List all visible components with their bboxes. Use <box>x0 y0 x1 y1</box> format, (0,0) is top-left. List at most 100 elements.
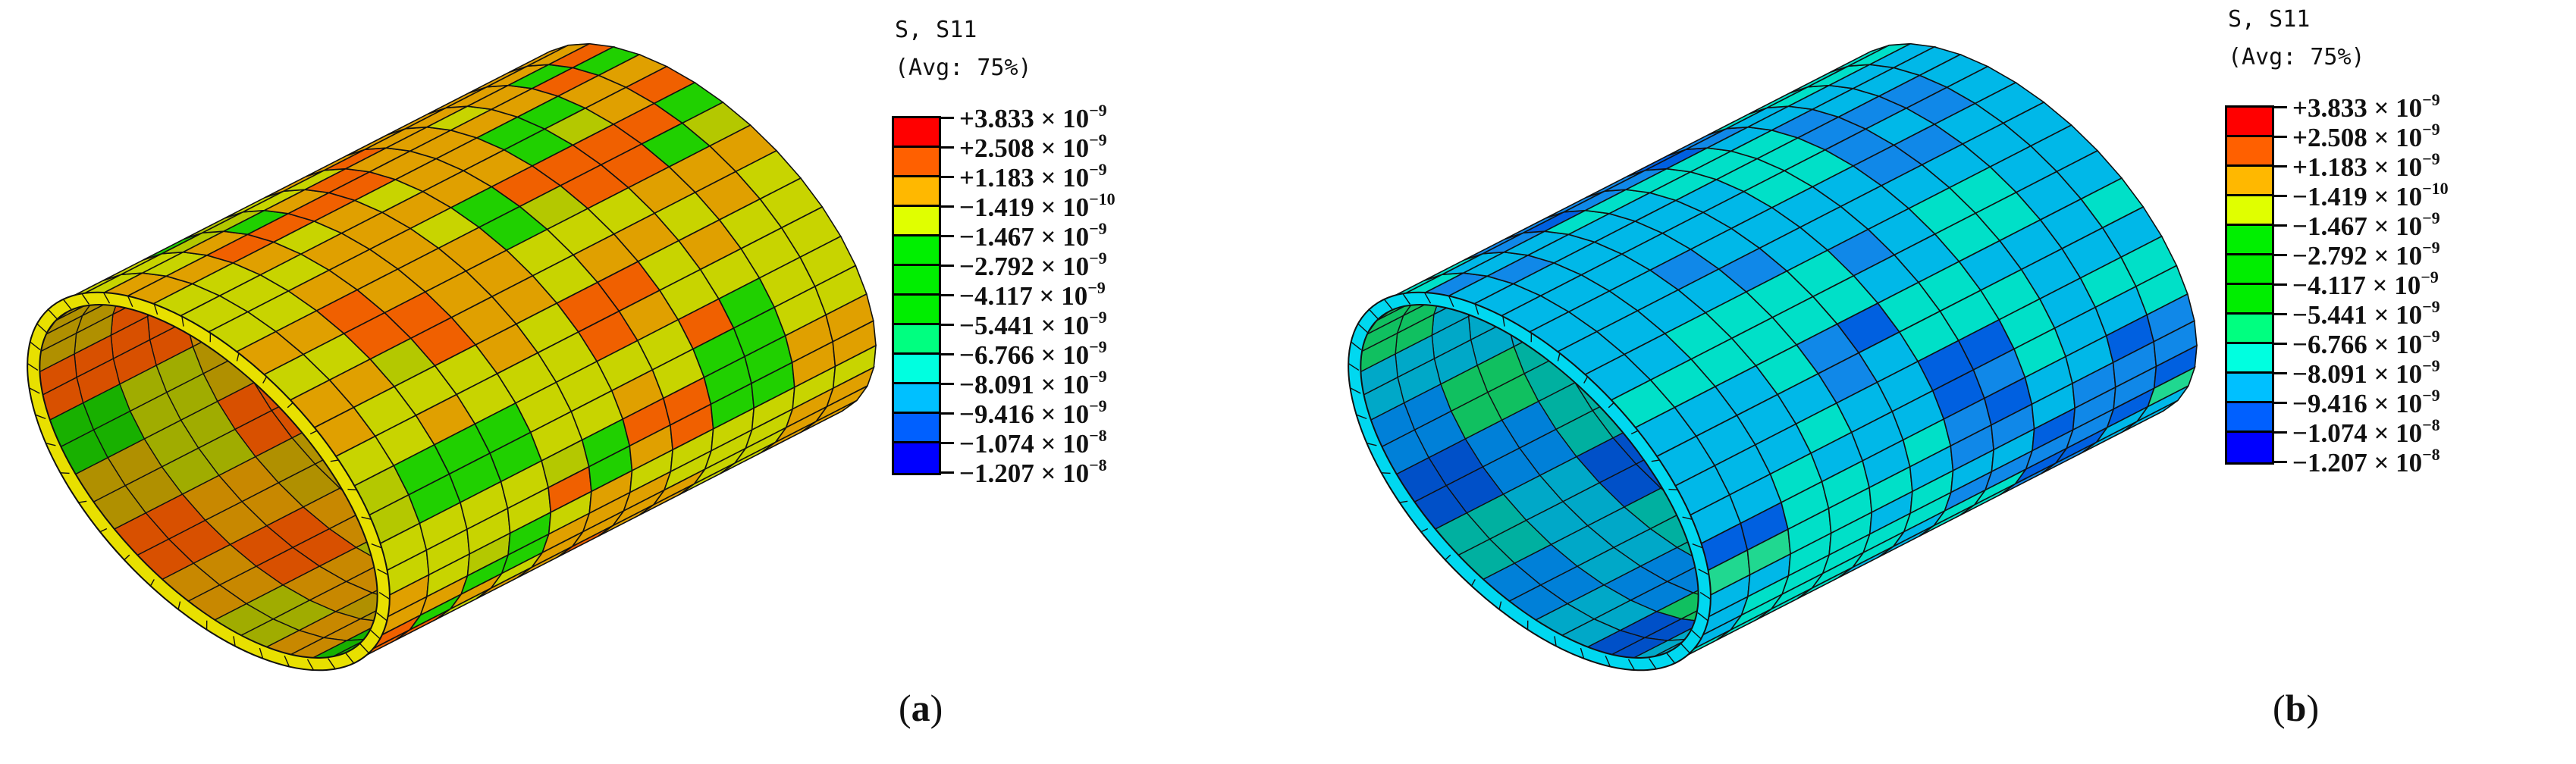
legend-tick <box>939 442 954 444</box>
legend-label: −1.419 × 10−10 <box>2292 180 2449 211</box>
legend-exponent: −9 <box>1089 101 1107 120</box>
legend-label: −1.419 × 10−10 <box>959 191 1115 222</box>
legend-value: −6.766 × 10 <box>2292 330 2423 359</box>
legend-value: −9.416 × 10 <box>959 399 1090 429</box>
legend-exponent: −9 <box>2422 149 2440 168</box>
legend-label: −4.117 × 10−9 <box>2292 269 2439 299</box>
legend-label: −1.074 × 10−8 <box>959 427 1107 458</box>
legend-value: −1.467 × 10 <box>2292 211 2423 241</box>
legend-color-band <box>2227 433 2272 462</box>
legend-subtitle: (Avg: 75%) <box>2228 44 2365 70</box>
legend-subtitle: (Avg: 75%) <box>895 55 1032 81</box>
legend-label: −9.416 × 10−9 <box>2292 387 2440 418</box>
legend-label: +1.183 × 10−9 <box>959 161 1107 192</box>
legend-exponent: −9 <box>1089 367 1107 386</box>
legend-exponent: −9 <box>2422 238 2440 257</box>
legend-color-band <box>2227 137 2272 167</box>
legend-color-band <box>894 325 939 355</box>
legend-value: −1.074 × 10 <box>2292 418 2423 448</box>
legend-label: −5.441 × 10−9 <box>959 309 1107 340</box>
legend-value: −1.419 × 10 <box>2292 182 2423 211</box>
legend-exponent: −9 <box>2422 356 2440 375</box>
legend-tick <box>939 235 954 237</box>
legend-exponent: −8 <box>2422 415 2440 434</box>
legend-color-band <box>894 148 939 177</box>
ring-mesh-line <box>1381 472 1391 474</box>
legend-exponent: −9 <box>1089 337 1107 356</box>
legend-exponent: −9 <box>1089 160 1107 179</box>
legend-tick <box>2272 372 2287 374</box>
panel-b: S, S11 (Avg: 75%) (b) +3.833 × 10−9 +2.50… <box>1321 0 2576 764</box>
legend-label: +3.833 × 10−9 <box>2292 92 2440 123</box>
legend-color-band <box>2227 167 2272 196</box>
legend-value: −5.441 × 10 <box>2292 300 2423 330</box>
legend-color-band <box>2227 285 2272 315</box>
legend-exponent: −10 <box>1089 189 1115 208</box>
legend-exponent: −10 <box>2422 179 2449 198</box>
legend-color-band <box>2227 315 2272 344</box>
legend-value: −9.416 × 10 <box>2292 389 2423 418</box>
legend-color-band <box>894 118 939 148</box>
legend-color-band <box>894 236 939 266</box>
legend-color-band <box>2227 255 2272 285</box>
legend-value: +2.508 × 10 <box>2292 123 2423 152</box>
legend-tick <box>939 353 954 355</box>
legend-value: −6.766 × 10 <box>959 340 1090 370</box>
legend-color-band <box>894 355 939 384</box>
legend-label: −1.467 × 10−9 <box>2292 210 2440 241</box>
legend-label: +3.833 × 10−9 <box>959 102 1107 133</box>
legend-tick <box>2272 343 2287 345</box>
legend-exponent: −9 <box>1089 219 1107 238</box>
legend-tick <box>2272 136 2287 138</box>
legend-value: +1.183 × 10 <box>2292 152 2423 182</box>
legend-label: −1.207 × 10−8 <box>959 457 1107 488</box>
legend-tick <box>2272 254 2287 256</box>
legend-value: −8.091 × 10 <box>959 370 1090 399</box>
caption-letter: b <box>2285 687 2307 729</box>
legend-tick <box>939 294 954 296</box>
legend-value: −2.792 × 10 <box>2292 241 2423 271</box>
legend-exponent: −9 <box>1089 396 1107 415</box>
legend-title: S, S11 <box>895 17 977 43</box>
legend-exponent: −9 <box>2422 297 2440 316</box>
legend-color-band <box>894 414 939 443</box>
legend-color-band <box>2227 344 2272 374</box>
legend-exponent: −8 <box>1089 456 1107 474</box>
legend-color-band <box>2227 196 2272 226</box>
legend-color-band <box>2227 108 2272 137</box>
legend-label: +2.508 × 10−9 <box>959 132 1107 163</box>
legend-value: −5.441 × 10 <box>959 311 1090 340</box>
legend-exponent: −9 <box>1089 249 1107 268</box>
legend-tick <box>2272 402 2287 404</box>
legend-exponent: −8 <box>2422 445 2440 464</box>
legend-label: −2.792 × 10−9 <box>959 250 1107 281</box>
legend-color-band <box>894 266 939 296</box>
legend-tick <box>2272 195 2287 197</box>
panel-a: S, S11 (Avg: 75%) (a) +3.833 × 10−9 +2.50… <box>0 0 1289 764</box>
legend-value: +3.833 × 10 <box>2292 93 2423 123</box>
legend-exponent: −9 <box>1087 278 1106 297</box>
legend-value: −1.419 × 10 <box>959 193 1090 222</box>
legend-tick <box>939 412 954 415</box>
legend-label: −1.467 × 10−9 <box>959 221 1107 251</box>
legend-color-band <box>2227 226 2272 255</box>
legend-value: −8.091 × 10 <box>2292 359 2423 389</box>
legend-label: −1.207 × 10−8 <box>2292 446 2440 477</box>
legend-tick <box>939 324 954 326</box>
legend-color-band <box>894 296 939 325</box>
legend-label: −5.441 × 10−9 <box>2292 299 2440 330</box>
legend-label: −1.074 × 10−8 <box>2292 417 2440 448</box>
legend-exponent: −9 <box>2422 120 2440 139</box>
legend-exponent: −9 <box>2422 327 2440 346</box>
legend-tick <box>2272 431 2287 434</box>
legend-tick <box>939 265 954 267</box>
legend-value: −2.792 × 10 <box>959 252 1090 281</box>
legend-tick <box>939 383 954 385</box>
legend-value: +2.508 × 10 <box>959 133 1090 163</box>
legend-tick <box>2272 283 2287 286</box>
ring-mesh-line <box>60 472 70 474</box>
legend-label: −6.766 × 10−9 <box>959 339 1107 370</box>
legend-color-band <box>894 443 939 473</box>
legend-tick <box>2272 461 2287 463</box>
legend-value: −1.207 × 10 <box>959 459 1090 488</box>
